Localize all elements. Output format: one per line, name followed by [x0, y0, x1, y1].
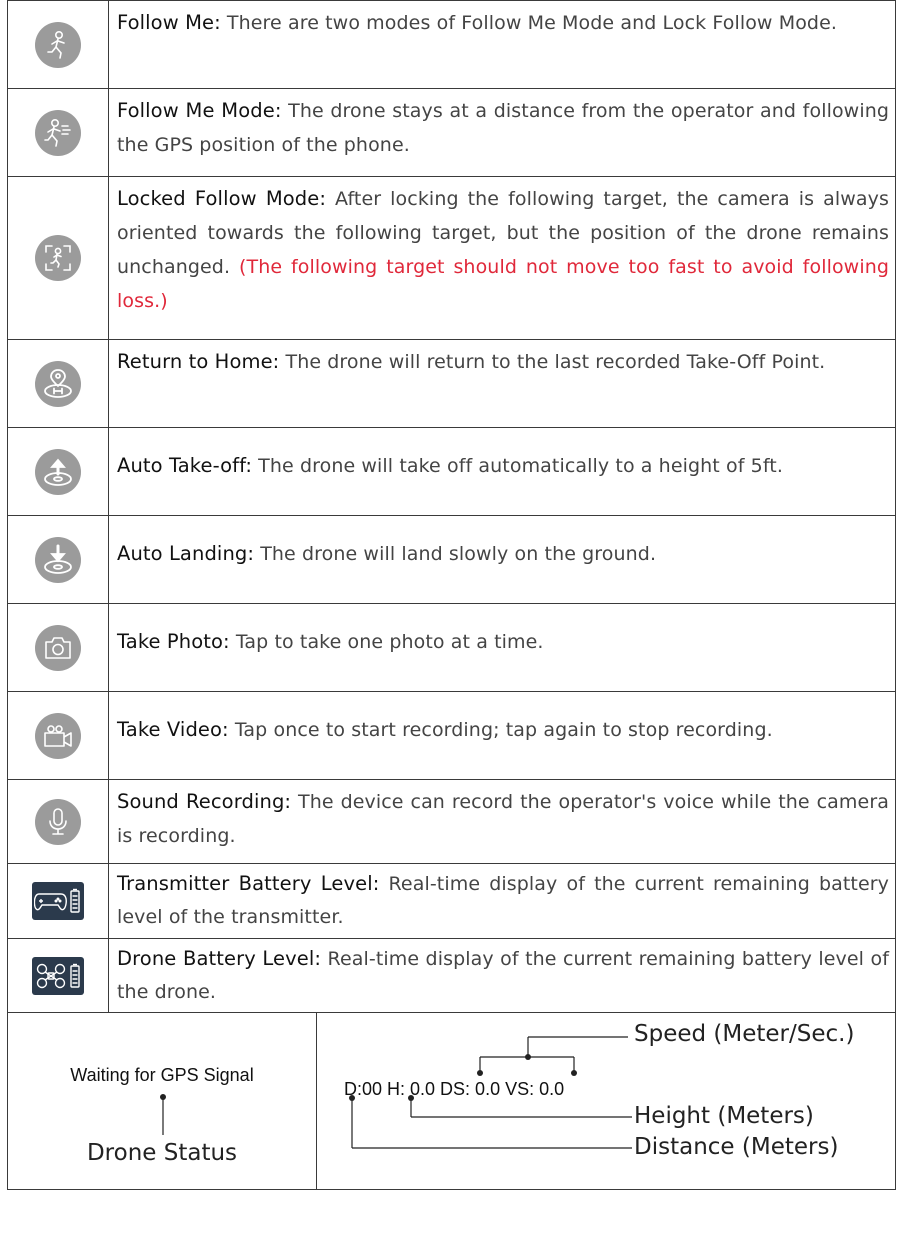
- table-row: Auto Landing: The drone will land slowly…: [7, 515, 896, 603]
- microphone-icon: [35, 798, 81, 845]
- drone-status-panel: Waiting for GPS Signal Drone Status: [8, 1013, 317, 1189]
- row-term: Follow Me:: [117, 11, 221, 34]
- table-row: Follow Me: There are two modes of Follow…: [7, 0, 896, 88]
- telemetry-readout: D:00 H: 0.0 DS: 0.0 VS: 0.0: [344, 1079, 565, 1099]
- table-row: Follow Me Mode: The drone stays at a dis…: [7, 88, 896, 176]
- height-label: Height (Meters): [634, 1103, 814, 1129]
- table-row: Sound Recording: The device can record t…: [7, 779, 896, 863]
- row-description: Tap to take one photo at a time.: [229, 631, 544, 653]
- auto-takeoff-icon: [35, 448, 81, 495]
- drone-battery-icon: [32, 956, 84, 995]
- table-row: Locked Follow Mode: After locking the fo…: [7, 176, 896, 339]
- table-row: Drone Battery Level: Real-time display o…: [7, 938, 896, 1012]
- transmitter-battery-icon: [32, 882, 84, 920]
- camera-icon: [35, 624, 81, 671]
- drone-status-label: Drone Status: [86, 1140, 238, 1166]
- table-row: Transmitter Battery Level: Real-time dis…: [7, 863, 896, 938]
- table-row: Auto Take-off: The drone will take off a…: [7, 427, 896, 515]
- row-term: Take Video:: [117, 718, 229, 741]
- distance-label: Distance (Meters): [634, 1134, 839, 1160]
- status-diagram-row: Waiting for GPS Signal Drone Status Spee…: [7, 1012, 896, 1190]
- video-camera-icon: [35, 712, 81, 759]
- locked-follow-icon: [35, 235, 81, 281]
- row-description: There are two modes of Follow Me Mode an…: [220, 12, 838, 34]
- row-term: Drone Battery Level:: [117, 947, 322, 970]
- row-term: Locked Follow Mode:: [117, 187, 327, 210]
- auto-landing-icon: [35, 536, 81, 583]
- table-row: Return to Home: The drone will return to…: [7, 339, 896, 427]
- row-description: Tap once to start recording; tap again t…: [228, 719, 773, 741]
- manual-table: Follow Me: There are two modes of Follow…: [7, 0, 896, 1190]
- speed-label: Speed (Meter/Sec.): [634, 1021, 855, 1047]
- row-term: Return to Home:: [117, 350, 280, 373]
- return-home-icon: [35, 360, 81, 407]
- row-term: Transmitter Battery Level:: [117, 872, 380, 895]
- row-description: The drone will take off automatically to…: [252, 455, 783, 477]
- follow-me-mode-icon: [35, 109, 81, 156]
- telemetry-panel: Speed (Meter/Sec.) D:00 H: 0.0 DS: 0.0 V…: [316, 1013, 895, 1189]
- row-term: Take Photo:: [117, 630, 230, 653]
- row-term: Auto Landing:: [117, 542, 255, 565]
- row-term: Auto Take-off:: [117, 454, 253, 477]
- row-term: Sound Recording:: [117, 790, 292, 813]
- follow-me-icon: [35, 21, 81, 68]
- row-description: The drone will land slowly on the ground…: [254, 543, 657, 565]
- row-description: The drone will return to the last record…: [279, 351, 826, 373]
- row-term: Follow Me Mode:: [117, 99, 282, 122]
- table-row: Take Photo: Tap to take one photo at a t…: [7, 603, 896, 691]
- table-row: Take Video: Tap once to start recording;…: [7, 691, 896, 779]
